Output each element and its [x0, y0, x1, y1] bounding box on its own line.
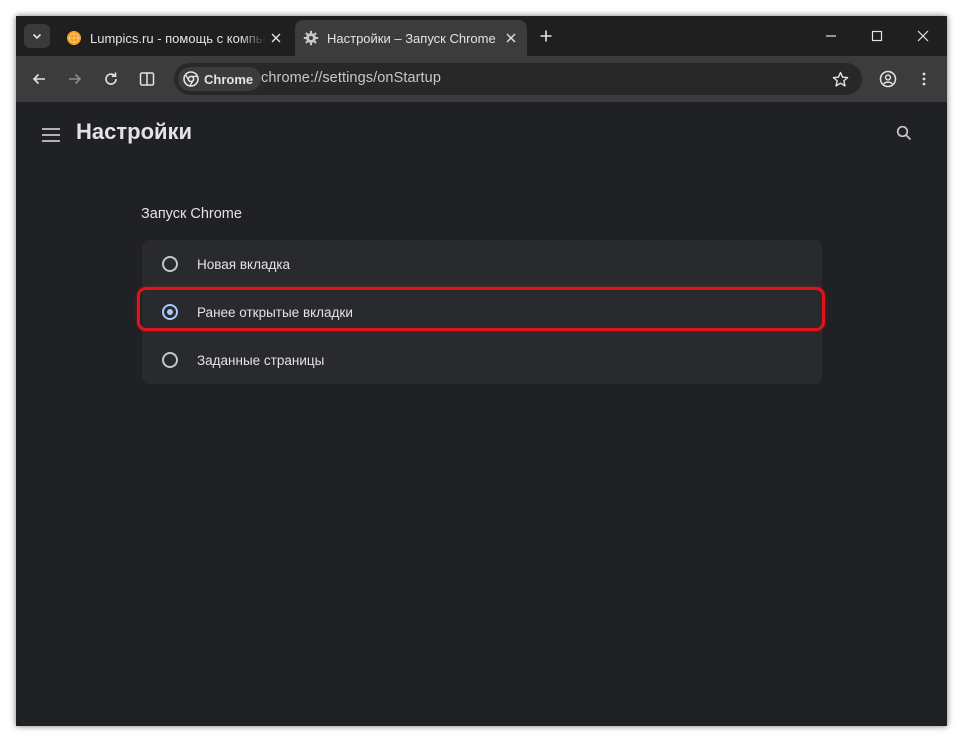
site-info-chip[interactable]: Chrome — [178, 67, 262, 91]
orange-circle-icon — [66, 30, 82, 46]
tab-settings[interactable]: Настройки – Запуск Chrome — [295, 20, 527, 56]
url-text[interactable]: chrome://settings/onStartup — [261, 70, 441, 86]
close-icon — [506, 33, 516, 43]
bookmark-button[interactable] — [828, 67, 852, 91]
radio-button-checked[interactable] — [162, 304, 178, 320]
reload-button[interactable] — [99, 67, 123, 91]
new-tab-button[interactable] — [536, 26, 556, 46]
close-tab-button[interactable] — [501, 28, 521, 48]
back-button[interactable] — [27, 67, 51, 91]
hamburger-icon — [42, 128, 60, 142]
split-view-button[interactable] — [135, 67, 159, 91]
option-label: Ранее открытые вкладки — [197, 304, 353, 320]
reload-icon — [105, 72, 117, 85]
close-window-button[interactable] — [900, 16, 946, 56]
arrow-left-icon — [32, 73, 45, 85]
radio-button[interactable] — [162, 256, 178, 272]
arrow-right-icon — [69, 73, 82, 85]
plus-icon — [540, 30, 552, 42]
gear-icon — [303, 30, 319, 46]
option-label: Новая вкладка — [197, 256, 291, 272]
address-bar[interactable]: Chrome chrome://settings/onStartup — [174, 63, 862, 95]
startup-options-card: Новая вкладка Ранее открытые вкладки Зад… — [142, 240, 822, 384]
search-icon — [896, 125, 912, 141]
forward-button[interactable] — [63, 67, 87, 91]
maximize-icon — [871, 30, 883, 42]
page-title: Настройки — [76, 119, 193, 144]
option-new-tab[interactable]: Новая вкладка — [142, 240, 822, 288]
section-title: Запуск Chrome — [141, 206, 242, 222]
close-icon — [271, 33, 281, 43]
split-view-icon — [139, 72, 155, 86]
minimize-button[interactable] — [808, 16, 854, 56]
close-icon — [917, 30, 929, 42]
radio-button[interactable] — [162, 352, 178, 368]
minimize-icon — [826, 35, 836, 37]
maximize-button[interactable] — [854, 16, 900, 56]
menu-button[interactable] — [912, 67, 936, 91]
site-info-label: Chrome — [204, 71, 254, 87]
option-previous-tabs[interactable]: Ранее открытые вкладки — [142, 288, 822, 336]
browser-window: Lumpics.ru - помощь с компьютером — [16, 16, 947, 726]
settings-page: Настройки Запуск Chrome Новая вкладка Ра… — [16, 102, 947, 726]
close-tab-button[interactable] — [266, 28, 286, 48]
profile-button[interactable] — [876, 67, 900, 91]
chevron-down-icon — [32, 33, 42, 40]
profile-icon — [879, 70, 897, 88]
toolbar: Chrome chrome://settings/onStartup — [16, 56, 947, 102]
chrome-logo-icon — [182, 70, 200, 88]
tab-lumpics[interactable]: Lumpics.ru - помощь с компьютером — [58, 20, 292, 56]
tab-title: Lumpics.ru - помощь с компьютером — [90, 30, 266, 46]
star-icon — [832, 71, 848, 87]
option-label: Заданные страницы — [197, 352, 325, 368]
tab-title: Настройки – Запуск Chrome — [327, 30, 496, 46]
more-vertical-icon — [922, 72, 926, 86]
search-settings-button[interactable] — [893, 122, 915, 144]
tab-strip: Lumpics.ru - помощь с компьютером — [16, 16, 947, 56]
main-menu-button[interactable] — [40, 124, 62, 146]
tab-search-button[interactable] — [24, 24, 50, 48]
option-specific-pages[interactable]: Заданные страницы — [142, 336, 822, 384]
